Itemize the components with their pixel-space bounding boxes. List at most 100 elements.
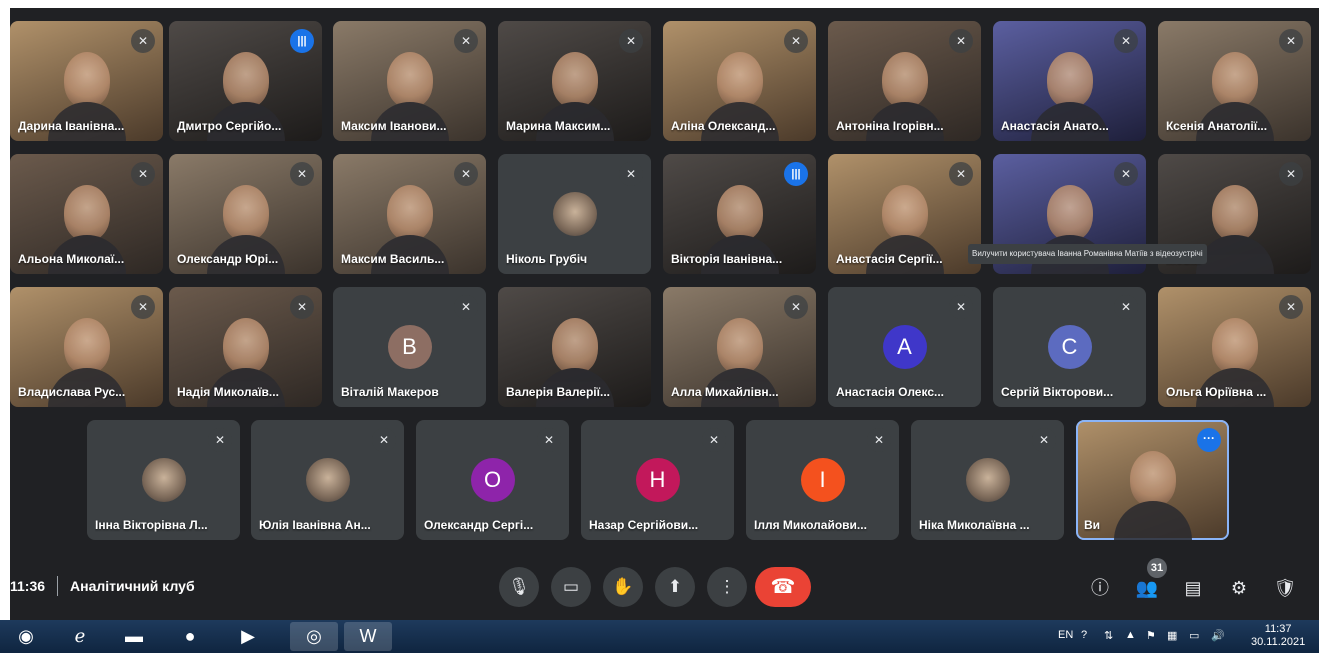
flag-icon[interactable]: ⚑ <box>1146 629 1156 642</box>
participant-tile[interactable]: ✕ Інна Вікторівна Л... <box>87 420 240 540</box>
participant-name: Ніколь Грубіч <box>506 252 588 266</box>
participant-video <box>1113 451 1192 540</box>
participant-video <box>1195 52 1274 141</box>
participant-tile[interactable]: ✕ Максим Іванови... <box>333 21 486 141</box>
host-controls-icon[interactable]: 🛡 <box>1272 575 1298 601</box>
participant-tile[interactable]: ✕ Юлія Іванівна Ан... <box>251 420 404 540</box>
participant-name: Олександр Юрі... <box>177 252 279 266</box>
mic-off-icon: ✕ <box>290 295 314 319</box>
volume-icon[interactable]: 🔊 <box>1211 629 1225 642</box>
language-indicator[interactable]: EN <box>1058 629 1073 641</box>
mic-off-icon: ✕ <box>454 162 478 186</box>
mic-off-icon: ✕ <box>1279 162 1303 186</box>
more-options-icon[interactable]: ··· <box>1197 428 1221 452</box>
mic-off-icon: ✕ <box>949 29 973 53</box>
participant-avatar <box>965 458 1010 502</box>
participant-initial-avatar: О <box>470 458 515 502</box>
participant-tile[interactable]: ✕ Анастасія Сергії... <box>828 154 981 274</box>
participant-tile[interactable]: ||| Вікторія Іванівна... <box>663 154 816 274</box>
participant-video <box>700 52 779 141</box>
more-options-button[interactable]: ⋮ <box>707 567 747 607</box>
participant-tile[interactable]: Валерія Валерії... <box>498 287 651 407</box>
mic-off-icon: ✕ <box>131 162 155 186</box>
start-button[interactable]: ◉ <box>2 622 50 651</box>
word-icon[interactable]: W <box>344 622 392 651</box>
participant-tile[interactable]: ✕ Ольга Юріївна ... <box>1158 287 1311 407</box>
participant-video <box>865 185 944 274</box>
participant-tile[interactable]: ✕ Антоніна Ігорівн... <box>828 21 981 141</box>
participant-tile[interactable]: ✕ Марина Максим... <box>498 21 651 141</box>
participant-tile[interactable]: ||| Дмитро Сергійо... <box>169 21 322 141</box>
participant-initial-avatar: І <box>800 458 845 502</box>
participant-tile[interactable]: ✕ Альона Миколаї... <box>10 154 163 274</box>
microphone-button[interactable]: 🎙 <box>499 567 539 607</box>
mic-off-icon: ✕ <box>619 29 643 53</box>
file-explorer-icon[interactable]: ▬ <box>110 622 158 651</box>
participant-tile[interactable]: ✕ Олександр Юрі... <box>169 154 322 274</box>
chrome-icon[interactable]: ◎ <box>290 622 338 651</box>
participant-tile[interactable]: ✕ Анастасія Анато... <box>993 21 1146 141</box>
participant-tile[interactable]: ✕ Ніколь Грубіч <box>498 154 651 274</box>
participant-tile[interactable]: Н ✕ Назар Сергійови... <box>581 420 734 540</box>
internet-explorer-icon[interactable]: ℯ <box>56 622 104 651</box>
participant-tile[interactable]: ✕ Максим Василь... <box>333 154 486 274</box>
raise-hand-button[interactable]: ✋ <box>603 567 643 607</box>
participant-name: Анастасія Сергії... <box>836 252 943 266</box>
meeting-info-icon[interactable]: ⓘ <box>1087 575 1113 601</box>
participant-tile[interactable]: ✕ Надія Миколаїв... <box>169 287 322 407</box>
device-icon[interactable]: ▦ <box>1167 629 1177 642</box>
participant-tile[interactable]: ✕ Владислава Рус... <box>10 287 163 407</box>
participant-tile[interactable]: І ✕ Ілля Миколайови... <box>746 420 899 540</box>
chat-icon[interactable]: ▤ <box>1180 575 1206 601</box>
participant-name: Ілля Миколайови... <box>754 518 867 532</box>
leave-call-button[interactable]: ☎ <box>755 567 811 607</box>
vpn-icon[interactable]: ● <box>166 622 214 651</box>
participant-name: Владислава Рус... <box>18 385 126 399</box>
present-screen-button[interactable]: ⬆ <box>655 567 695 607</box>
windows-taskbar: ◉ ℯ ▬ ● ▶ ◎ W EN ? ⇅ ▲ ⚑ ▦ ▭ 🔊 11:37 30.… <box>0 620 1319 653</box>
participant-name: Валерія Валерії... <box>506 385 610 399</box>
participant-tile[interactable]: С ✕ Сергій Вікторови... <box>993 287 1146 407</box>
tray-date: 30.11.2021 <box>1251 636 1306 648</box>
participant-tile[interactable]: ✕ Ніка Миколаївна ... <box>911 420 1064 540</box>
participant-video <box>370 52 449 141</box>
participant-name: Юлія Іванівна Ан... <box>259 518 371 532</box>
network-icon[interactable]: ⇅ <box>1104 629 1113 642</box>
participant-name: Сергій Вікторови... <box>1001 385 1114 399</box>
participant-video <box>1030 52 1109 141</box>
participant-video <box>47 185 126 274</box>
participant-tile[interactable]: О ✕ Олександр Сергі... <box>416 420 569 540</box>
participant-tile[interactable]: А ✕ Анастасія Олекс... <box>828 287 981 407</box>
participant-name: Максим Іванови... <box>341 119 447 133</box>
mic-off-icon: ✕ <box>454 295 478 319</box>
speaking-indicator-icon: ||| <box>290 29 314 53</box>
help-icon[interactable]: ? <box>1081 629 1087 641</box>
participant-tile[interactable]: ✕ Дарина Іванівна... <box>10 21 163 141</box>
mic-off-icon: ✕ <box>949 295 973 319</box>
mic-off-icon: ✕ <box>1032 428 1056 452</box>
mic-off-icon: ✕ <box>290 162 314 186</box>
participant-tile[interactable]: ✕ Алла Михайлівн... <box>663 287 816 407</box>
tray-clock[interactable]: 11:37 30.11.2021 <box>1251 623 1305 649</box>
participant-name: Ксенія Анатолії... <box>1166 119 1268 133</box>
participant-tile[interactable]: ✕ Ксенія Анатолії... <box>1158 21 1311 141</box>
camera-button[interactable]: ▭ <box>551 567 591 607</box>
participant-name: Аліна Олександ... <box>671 119 776 133</box>
show-hidden-icons[interactable]: ▲ <box>1125 629 1136 641</box>
participant-tile[interactable]: В ✕ Віталій Макеров <box>333 287 486 407</box>
participant-video <box>370 185 449 274</box>
display-icon[interactable]: ▭ <box>1189 629 1199 642</box>
activities-icon[interactable]: ⚙ <box>1226 575 1252 601</box>
media-player-icon[interactable]: ▶ <box>224 622 272 651</box>
participant-name: Анастасія Олекс... <box>836 385 944 399</box>
participant-tile[interactable]: ✕ Аліна Олександ... <box>663 21 816 141</box>
mic-off-icon: ✕ <box>131 29 155 53</box>
meeting-clock: 11:36 <box>10 578 46 594</box>
people-icon[interactable]: 👥 <box>1134 575 1160 601</box>
participant-avatar <box>305 458 350 502</box>
mic-off-icon: ✕ <box>702 428 726 452</box>
self-view-tile[interactable]: ··· Ви <box>1076 420 1229 540</box>
participant-name: Ніка Миколаївна ... <box>919 518 1030 532</box>
participant-name: Антоніна Ігорівн... <box>836 119 944 133</box>
remove-participant-tooltip: Вилучити користувача Іванна Романівна Ма… <box>968 244 1207 264</box>
